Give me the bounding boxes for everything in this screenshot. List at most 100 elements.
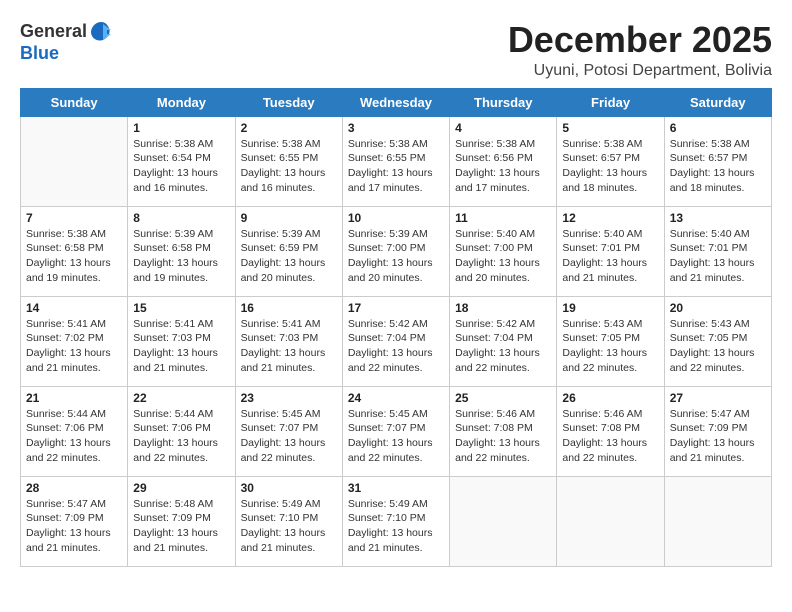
calendar-week-row: 1 Sunrise: 5:38 AM Sunset: 6:54 PM Daylig… <box>21 116 772 206</box>
day-info: Sunrise: 5:40 AM Sunset: 7:00 PM Dayligh… <box>455 227 551 286</box>
day-number: 8 <box>133 211 229 225</box>
day-number: 1 <box>133 121 229 135</box>
calendar-header-thursday: Thursday <box>450 88 557 116</box>
calendar-cell: 5Sunrise: 5:38 AM Sunset: 6:57 PM Daylig… <box>557 116 664 206</box>
calendar-header-friday: Friday <box>557 88 664 116</box>
day-number: 11 <box>455 211 551 225</box>
calendar-cell: 24 Sunrise: 5:45 AM Sunset: 7:07 PM Dayli… <box>342 386 449 476</box>
day-info: Sunrise: 5:41 AM Sunset: 7:03 PM Dayligh… <box>133 317 229 376</box>
day-info: Sunrise: 5:41 AM Sunset: 7:03 PM Dayligh… <box>241 317 337 376</box>
day-number: 10 <box>348 211 444 225</box>
main-title: December 2025 <box>508 20 772 60</box>
calendar-cell: 7 Sunrise: 5:38 AM Sunset: 6:58 PM Daylig… <box>21 206 128 296</box>
day-number: 30 <box>241 481 337 495</box>
day-number: 16 <box>241 301 337 315</box>
day-info: Sunrise: 5:46 AM Sunset: 7:08 PM Dayligh… <box>562 407 658 466</box>
calendar-cell: 25 Sunrise: 5:46 AM Sunset: 7:08 PM Dayli… <box>450 386 557 476</box>
calendar-header-sunday: Sunday <box>21 88 128 116</box>
title-area: December 2025 Uyuni, Potosi Department, … <box>508 20 772 80</box>
day-info: Sunrise: 5:41 AM Sunset: 7:02 PM Dayligh… <box>26 317 122 376</box>
calendar-header-row: SundayMondayTuesdayWednesdayThursdayFrid… <box>21 88 772 116</box>
day-info: Sunrise: 5:47 AM Sunset: 7:09 PM Dayligh… <box>670 407 766 466</box>
calendar-cell: 26 Sunrise: 5:46 AM Sunset: 7:08 PM Dayli… <box>557 386 664 476</box>
calendar-cell: 9 Sunrise: 5:39 AM Sunset: 6:59 PM Daylig… <box>235 206 342 296</box>
day-number: 22 <box>133 391 229 405</box>
calendar-cell: 11 Sunrise: 5:40 AM Sunset: 7:00 PM Dayli… <box>450 206 557 296</box>
calendar-cell: 14 Sunrise: 5:41 AM Sunset: 7:02 PM Dayli… <box>21 296 128 386</box>
calendar-cell: 28Sunrise: 5:47 AM Sunset: 7:09 PM Dayli… <box>21 476 128 566</box>
calendar-cell: 29 Sunrise: 5:48 AM Sunset: 7:09 PM Dayli… <box>128 476 235 566</box>
day-number: 26 <box>562 391 658 405</box>
page-header: General Blue December 2025 Uyuni, Potosi… <box>20 20 772 80</box>
day-number: 14 <box>26 301 122 315</box>
day-info: Sunrise: 5:38 AM Sunset: 6:56 PM Dayligh… <box>455 137 551 196</box>
calendar-cell: 19 Sunrise: 5:43 AM Sunset: 7:05 PM Dayli… <box>557 296 664 386</box>
day-info: Sunrise: 5:39 AM Sunset: 6:59 PM Dayligh… <box>241 227 337 286</box>
day-number: 17 <box>348 301 444 315</box>
calendar-cell: 12 Sunrise: 5:40 AM Sunset: 7:01 PM Dayli… <box>557 206 664 296</box>
day-number: 19 <box>562 301 658 315</box>
day-number: 21 <box>26 391 122 405</box>
day-number: 2 <box>241 121 337 135</box>
subtitle: Uyuni, Potosi Department, Bolivia <box>508 62 772 80</box>
day-number: 4 <box>455 121 551 135</box>
calendar-cell: 15 Sunrise: 5:41 AM Sunset: 7:03 PM Dayli… <box>128 296 235 386</box>
day-info: Sunrise: 5:44 AM Sunset: 7:06 PM Dayligh… <box>133 407 229 466</box>
calendar-cell: 2 Sunrise: 5:38 AM Sunset: 6:55 PM Daylig… <box>235 116 342 206</box>
day-number: 24 <box>348 391 444 405</box>
calendar-cell: 13 Sunrise: 5:40 AM Sunset: 7:01 PM Dayli… <box>664 206 771 296</box>
calendar-week-row: 28Sunrise: 5:47 AM Sunset: 7:09 PM Dayli… <box>21 476 772 566</box>
day-number: 15 <box>133 301 229 315</box>
calendar-cell: 6 Sunrise: 5:38 AM Sunset: 6:57 PM Daylig… <box>664 116 771 206</box>
calendar-cell: 30Sunrise: 5:49 AM Sunset: 7:10 PM Dayli… <box>235 476 342 566</box>
calendar-header-wednesday: Wednesday <box>342 88 449 116</box>
day-info: Sunrise: 5:40 AM Sunset: 7:01 PM Dayligh… <box>670 227 766 286</box>
logo-text-general: General <box>20 22 87 42</box>
calendar-cell: 27 Sunrise: 5:47 AM Sunset: 7:09 PM Dayli… <box>664 386 771 476</box>
day-number: 23 <box>241 391 337 405</box>
calendar-header-monday: Monday <box>128 88 235 116</box>
calendar-week-row: 14 Sunrise: 5:41 AM Sunset: 7:02 PM Dayli… <box>21 296 772 386</box>
day-number: 20 <box>670 301 766 315</box>
calendar-cell: 21Sunrise: 5:44 AM Sunset: 7:06 PM Dayli… <box>21 386 128 476</box>
day-number: 9 <box>241 211 337 225</box>
day-number: 7 <box>26 211 122 225</box>
day-number: 12 <box>562 211 658 225</box>
calendar-cell: 18Sunrise: 5:42 AM Sunset: 7:04 PM Dayli… <box>450 296 557 386</box>
day-info: Sunrise: 5:42 AM Sunset: 7:04 PM Dayligh… <box>455 317 551 376</box>
calendar-week-row: 21 Sunrise: 5:44 AM Sunset: 7:06 PM Dayli… <box>21 386 772 476</box>
day-info: Sunrise: 5:38 AM Sunset: 6:54 PM Dayligh… <box>133 137 229 196</box>
day-info: Sunrise: 5:38 AM Sunset: 6:55 PM Dayligh… <box>241 137 337 196</box>
logo-icon <box>89 20 113 44</box>
day-info: Sunrise: 5:45 AM Sunset: 7:07 PM Dayligh… <box>241 407 337 466</box>
day-info: Sunrise: 5:43 AM Sunset: 7:05 PM Dayligh… <box>670 317 766 376</box>
day-info: Sunrise: 5:42 AM Sunset: 7:04 PM Dayligh… <box>348 317 444 376</box>
day-info: Sunrise: 5:47 AM Sunset: 7:09 PM Dayligh… <box>26 497 122 556</box>
day-number: 27 <box>670 391 766 405</box>
calendar-table: SundayMondayTuesdayWednesdayThursdayFrid… <box>20 88 772 567</box>
calendar-cell <box>450 476 557 566</box>
day-info: Sunrise: 5:39 AM Sunset: 7:00 PM Dayligh… <box>348 227 444 286</box>
day-info: Sunrise: 5:43 AM Sunset: 7:05 PM Dayligh… <box>562 317 658 376</box>
calendar-cell: 31Sunrise: 5:49 AM Sunset: 7:10 PM Dayli… <box>342 476 449 566</box>
calendar-cell: 3Sunrise: 5:38 AM Sunset: 6:55 PM Daylig… <box>342 116 449 206</box>
calendar-cell <box>21 116 128 206</box>
logo: General Blue <box>20 20 113 64</box>
day-info: Sunrise: 5:38 AM Sunset: 6:58 PM Dayligh… <box>26 227 122 286</box>
calendar-cell: 4 Sunrise: 5:38 AM Sunset: 6:56 PM Daylig… <box>450 116 557 206</box>
calendar-cell: 23 Sunrise: 5:45 AM Sunset: 7:07 PM Dayli… <box>235 386 342 476</box>
day-number: 25 <box>455 391 551 405</box>
calendar-cell <box>557 476 664 566</box>
day-info: Sunrise: 5:38 AM Sunset: 6:57 PM Dayligh… <box>670 137 766 196</box>
calendar-header-tuesday: Tuesday <box>235 88 342 116</box>
calendar-week-row: 7 Sunrise: 5:38 AM Sunset: 6:58 PM Daylig… <box>21 206 772 296</box>
day-number: 31 <box>348 481 444 495</box>
day-number: 6 <box>670 121 766 135</box>
day-number: 29 <box>133 481 229 495</box>
day-info: Sunrise: 5:40 AM Sunset: 7:01 PM Dayligh… <box>562 227 658 286</box>
day-info: Sunrise: 5:46 AM Sunset: 7:08 PM Dayligh… <box>455 407 551 466</box>
day-info: Sunrise: 5:45 AM Sunset: 7:07 PM Dayligh… <box>348 407 444 466</box>
day-info: Sunrise: 5:48 AM Sunset: 7:09 PM Dayligh… <box>133 497 229 556</box>
day-number: 13 <box>670 211 766 225</box>
calendar-header-saturday: Saturday <box>664 88 771 116</box>
